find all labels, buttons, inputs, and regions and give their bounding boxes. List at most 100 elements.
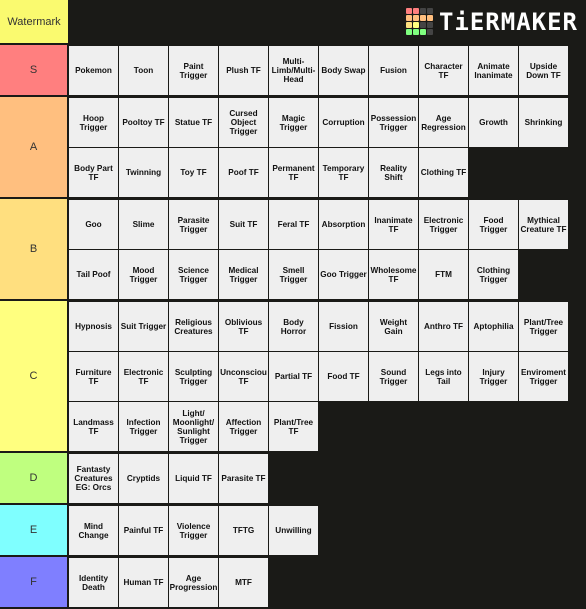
tier-item[interactable]: Magic Trigger bbox=[269, 98, 318, 147]
tier-item[interactable]: Fission bbox=[319, 302, 368, 351]
tier-item[interactable]: Body Swap bbox=[319, 46, 368, 95]
tier-item[interactable]: Pokemon bbox=[69, 46, 118, 95]
tier-row-c: C Hypnosis Suit Trigger Religious Creatures… bbox=[0, 301, 586, 453]
tier-item[interactable]: Feral TF bbox=[269, 200, 318, 249]
tier-item[interactable]: Absorption bbox=[319, 200, 368, 249]
tier-item[interactable]: Mood Trigger bbox=[119, 250, 168, 299]
tier-item[interactable]: Wholesome TF bbox=[369, 250, 418, 299]
tier-item[interactable]: Twinning bbox=[119, 148, 168, 197]
tier-item[interactable]: Cursed Object Trigger bbox=[219, 98, 268, 147]
tier-item[interactable]: Painful TF bbox=[119, 506, 168, 555]
tier-item[interactable]: Oblivious TF bbox=[219, 302, 268, 351]
tier-item[interactable]: Suit Trigger bbox=[119, 302, 168, 351]
tier-item[interactable]: Parasite TF bbox=[219, 454, 268, 503]
tier-label[interactable]: C bbox=[0, 301, 68, 451]
tier-item[interactable]: Statue TF bbox=[169, 98, 218, 147]
tier-item[interactable]: Sound Trigger bbox=[369, 352, 418, 401]
tier-item[interactable]: Injury Trigger bbox=[469, 352, 518, 401]
tier-item[interactable]: Mind Change bbox=[69, 506, 118, 555]
tiermaker-logo-text: TiERMAKER bbox=[438, 7, 578, 36]
tier-item[interactable]: Growth bbox=[469, 98, 518, 147]
tier-item[interactable]: Hypnosis bbox=[69, 302, 118, 351]
tier-item[interactable]: Shrinking bbox=[519, 98, 568, 147]
logo-grid-cell bbox=[419, 22, 426, 28]
tier-item[interactable]: Tail Poof bbox=[69, 250, 118, 299]
tier-label[interactable]: E bbox=[0, 505, 68, 555]
tier-item[interactable]: Landmass TF bbox=[69, 402, 118, 451]
tier-item[interactable]: Violence Trigger bbox=[169, 506, 218, 555]
tier-item[interactable]: Cryptids bbox=[119, 454, 168, 503]
tier-label[interactable]: A bbox=[0, 97, 68, 197]
tier-item[interactable]: Animate Inanimate bbox=[469, 46, 518, 95]
tier-row-d: D Fantasty Creatures EG: Orcs Cryptids Liqu… bbox=[0, 453, 586, 505]
logo-grid-cell bbox=[412, 15, 419, 21]
tier-label[interactable]: S bbox=[0, 45, 68, 95]
tier-item[interactable]: Paint Trigger bbox=[169, 46, 218, 95]
tier-label[interactable]: D bbox=[0, 453, 68, 503]
tier-item[interactable]: Electronic Trigger bbox=[419, 200, 468, 249]
tier-item[interactable]: Clothing Trigger bbox=[469, 250, 518, 299]
tier-item[interactable]: Permanent TF bbox=[269, 148, 318, 197]
tier-item[interactable]: Age Regression bbox=[419, 98, 468, 147]
tier-item[interactable]: Unconsciou TF bbox=[219, 352, 268, 401]
tier-item[interactable]: Body Part TF bbox=[69, 148, 118, 197]
tier-item[interactable]: Weight Gain bbox=[369, 302, 418, 351]
tier-rows: S Pokemon Toon Paint Trigger Plush TF Multi-L… bbox=[0, 45, 586, 609]
tiermaker-logo[interactable]: TiERMAKER bbox=[405, 0, 578, 43]
tier-item[interactable]: Possession Trigger bbox=[369, 98, 418, 147]
tier-item[interactable]: Food TF bbox=[319, 352, 368, 401]
tier-item[interactable]: Parasite Trigger bbox=[169, 200, 218, 249]
tier-item[interactable]: Religious Creatures bbox=[169, 302, 218, 351]
tier-item[interactable]: Sculpting Trigger bbox=[169, 352, 218, 401]
tier-item[interactable]: Plush TF bbox=[219, 46, 268, 95]
tier-row-s: S Pokemon Toon Paint Trigger Plush TF Multi-L… bbox=[0, 45, 586, 97]
tier-item[interactable]: Slime bbox=[119, 200, 168, 249]
tier-item[interactable]: Fantasty Creatures EG: Orcs bbox=[69, 454, 118, 503]
tier-item[interactable]: FTM bbox=[419, 250, 468, 299]
tier-item[interactable]: Enviroment Trigger bbox=[519, 352, 568, 401]
tier-item[interactable]: Furniture TF bbox=[69, 352, 118, 401]
tier-item[interactable]: Medical Trigger bbox=[219, 250, 268, 299]
tier-list-board: Watermark TiERMAKER S Pokemon Toon Paint Tr… bbox=[0, 0, 586, 609]
tier-item[interactable]: Character TF bbox=[419, 46, 468, 95]
tier-item[interactable]: Partial TF bbox=[269, 352, 318, 401]
tier-item[interactable]: Pooltoy TF bbox=[119, 98, 168, 147]
tier-item[interactable]: Infection Trigger bbox=[119, 402, 168, 451]
logo-grid-cell bbox=[419, 15, 426, 21]
logo-grid-cell bbox=[426, 29, 433, 35]
tier-item[interactable]: Suit TF bbox=[219, 200, 268, 249]
tier-item[interactable]: Toon bbox=[119, 46, 168, 95]
tier-item[interactable]: Food Trigger bbox=[469, 200, 518, 249]
tier-item[interactable]: Plant/Tree Trigger bbox=[519, 302, 568, 351]
tier-item[interactable]: Fusion bbox=[369, 46, 418, 95]
tier-item[interactable]: Liquid TF bbox=[169, 454, 218, 503]
tier-item[interactable]: Corruption bbox=[319, 98, 368, 147]
tier-item[interactable]: Science Trigger bbox=[169, 250, 218, 299]
tier-label[interactable]: B bbox=[0, 199, 68, 299]
tier-item[interactable]: Legs into Tail bbox=[419, 352, 468, 401]
tier-item[interactable]: Electronic TF bbox=[119, 352, 168, 401]
tier-item[interactable]: Light/ Moonlight/ Sunlight Trigger bbox=[169, 402, 218, 451]
tier-item[interactable]: Clothing TF bbox=[419, 148, 468, 197]
tier-item[interactable]: Body Horror bbox=[269, 302, 318, 351]
tier-item[interactable]: Goo Trigger bbox=[319, 250, 368, 299]
logo-grid-cell bbox=[405, 22, 412, 28]
tier-item[interactable]: Plant/Tree TF bbox=[269, 402, 318, 451]
tier-item[interactable]: Goo bbox=[69, 200, 118, 249]
tier-item[interactable]: Poof TF bbox=[219, 148, 268, 197]
tier-item[interactable]: Unwilling bbox=[269, 506, 318, 555]
logo-grid-cell bbox=[426, 8, 433, 14]
tier-item[interactable]: Aptophilia bbox=[469, 302, 518, 351]
tier-item[interactable]: Toy TF bbox=[169, 148, 218, 197]
tier-item[interactable]: Mythical Creature TF bbox=[519, 200, 568, 249]
tier-item[interactable]: Upside Down TF bbox=[519, 46, 568, 95]
tier-item[interactable]: Reality Shift bbox=[369, 148, 418, 197]
tier-item[interactable]: Hoop Trigger bbox=[69, 98, 118, 147]
tier-item[interactable]: Affection Trigger bbox=[219, 402, 268, 451]
tier-item[interactable]: Inanimate TF bbox=[369, 200, 418, 249]
tier-item[interactable]: Smell Trigger bbox=[269, 250, 318, 299]
tier-item[interactable]: TFTG bbox=[219, 506, 268, 555]
tier-item[interactable]: Anthro TF bbox=[419, 302, 468, 351]
tier-item[interactable]: Temporary TF bbox=[319, 148, 368, 197]
tier-item[interactable]: Multi-Limb/Multi-Head bbox=[269, 46, 318, 95]
